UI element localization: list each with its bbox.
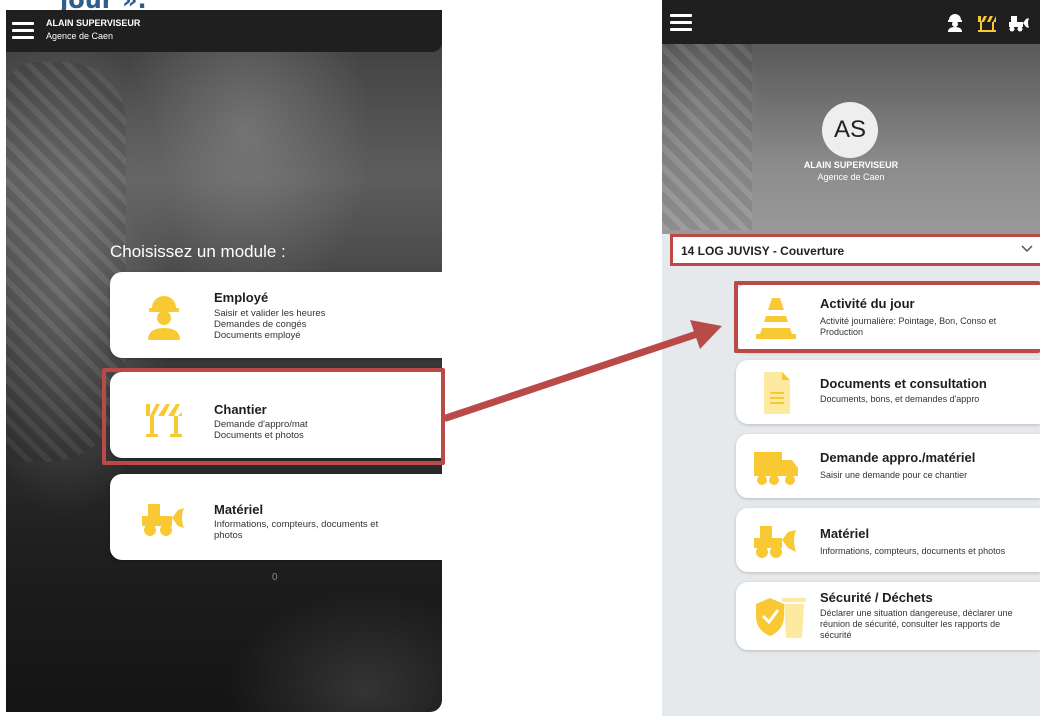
activity-card-securite[interactable]: Sécurité / Déchets Déclarer une situatio… — [736, 582, 1040, 650]
user-agency: Agence de Caen — [817, 172, 885, 182]
activity-card-demande-appro[interactable]: Demande appro./matériel Saisir une deman… — [736, 434, 1040, 498]
module-card-materiel[interactable]: Matériel Informations, compteurs, docume… — [110, 474, 442, 560]
user-name: ALAIN SUPERVISEUR — [46, 18, 141, 28]
activity-card-documents[interactable]: Documents et consultation Documents, bon… — [736, 360, 1040, 424]
employee-module-icon[interactable] — [944, 12, 966, 32]
activity-line: sécurité — [820, 630, 852, 640]
module-card-employe[interactable]: Employé Saisir et valider les heures Dem… — [110, 272, 442, 358]
chevron-down-icon — [1021, 245, 1033, 253]
document-icon — [764, 372, 790, 414]
truck-icon — [754, 452, 798, 485]
hamburger-menu-icon[interactable] — [12, 22, 34, 40]
module-line: Documents employé — [214, 330, 301, 341]
loader-icon — [142, 504, 184, 536]
activity-card-materiel[interactable]: Matériel Informations, compteurs, docume… — [736, 508, 1040, 572]
avatar: AS — [822, 102, 878, 158]
site-select[interactable]: 14 LOG JUVISY - Couverture — [670, 234, 1040, 266]
top-bar: ALAIN SUPERVISEUR Agence de Caen — [6, 10, 442, 52]
activity-title: Demande appro./matériel — [820, 450, 976, 465]
worker-icon — [148, 296, 180, 340]
shield-bin-icon — [756, 598, 806, 638]
module-title: Employé — [214, 290, 269, 305]
highlight-frame-activite-du-jour — [734, 281, 1040, 353]
user-name: ALAIN SUPERVISEUR — [803, 160, 899, 170]
module-selection-screen: ALAIN SUPERVISEUR Agence de Caen Choisis… — [6, 10, 442, 712]
module-line: Saisir et valider les heures — [214, 308, 326, 319]
activity-title: Documents et consultation — [820, 376, 987, 391]
activity-line: Saisir une demande pour ce chantier — [820, 470, 968, 480]
choose-module-title: Choisissez un module : — [110, 242, 286, 261]
hamburger-menu-icon[interactable] — [670, 14, 692, 32]
activity-title: Sécurité / Déchets — [820, 590, 933, 605]
module-line: photos — [214, 530, 243, 541]
site-module-icon[interactable] — [976, 12, 998, 32]
module-title: Matériel — [214, 502, 264, 517]
highlight-frame-chantier — [102, 368, 445, 465]
activity-line: Déclarer une situation dangereuse, décla… — [820, 608, 1013, 618]
equipment-module-icon[interactable] — [1008, 12, 1030, 32]
loader-icon — [754, 526, 796, 558]
user-agency: Agence de Caen — [46, 31, 114, 41]
activity-line: Documents, bons, et demandes d'appro — [820, 394, 980, 404]
footer-char: 0 — [272, 572, 278, 583]
module-line: Demandes de congés — [214, 319, 307, 330]
site-select-value: 14 LOG JUVISY - Couverture — [681, 244, 845, 258]
activity-title: Matériel — [820, 526, 870, 541]
module-line: Informations, compteurs, documents et — [214, 519, 379, 530]
activity-line: Informations, compteurs, documents et ph… — [820, 546, 1006, 556]
chantier-module-screen: AS ALAIN SUPERVISEUR Agence de Caen 14 L… — [662, 0, 1040, 716]
activity-line: réunion de sécurité, consulter les rappo… — [820, 619, 1001, 629]
top-bar — [662, 0, 1040, 44]
